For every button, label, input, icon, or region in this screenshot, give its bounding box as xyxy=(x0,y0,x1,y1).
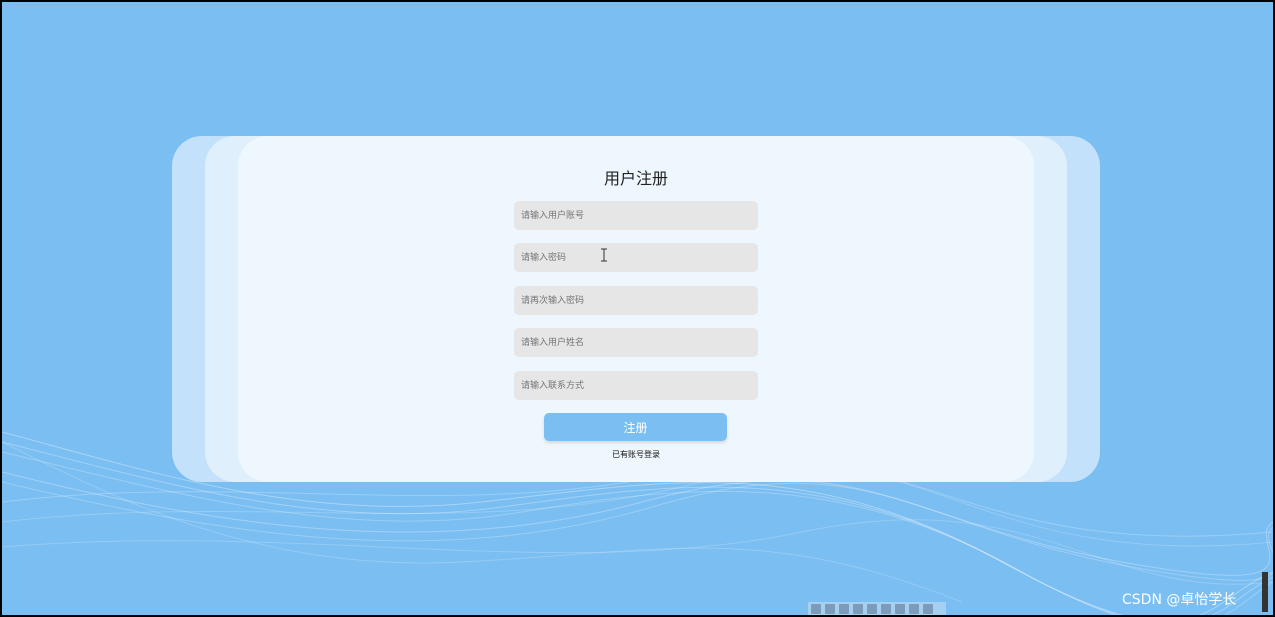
contact-input[interactable] xyxy=(514,371,758,400)
name-input[interactable] xyxy=(514,328,758,357)
toolbar-icon xyxy=(811,603,821,614)
toolbar-icon xyxy=(867,603,877,614)
toolbar-icon xyxy=(853,603,863,614)
toolbar-icon xyxy=(923,603,933,614)
register-button[interactable]: 注册 xyxy=(544,413,727,441)
confirm-password-input[interactable] xyxy=(514,286,758,315)
toolbar-icon xyxy=(839,603,849,614)
password-input[interactable] xyxy=(514,243,758,272)
toolbar-icon xyxy=(825,603,835,614)
account-input[interactable] xyxy=(514,201,758,230)
watermark: CSDN @卓怡学长 xyxy=(1122,592,1237,608)
screen: 用户注册 注册 已有账号登录 CSDN @卓怡学长 xyxy=(2,2,1273,615)
toolbar-icon xyxy=(881,603,891,614)
page-title: 用户注册 xyxy=(603,169,668,188)
toolbar-icons xyxy=(808,602,946,615)
window-edge xyxy=(1262,572,1268,612)
toolbar-icon xyxy=(909,603,919,614)
login-link[interactable]: 已有账号登录 xyxy=(238,449,1034,460)
text-cursor-icon xyxy=(601,248,607,262)
toolbar-icon xyxy=(895,603,905,614)
